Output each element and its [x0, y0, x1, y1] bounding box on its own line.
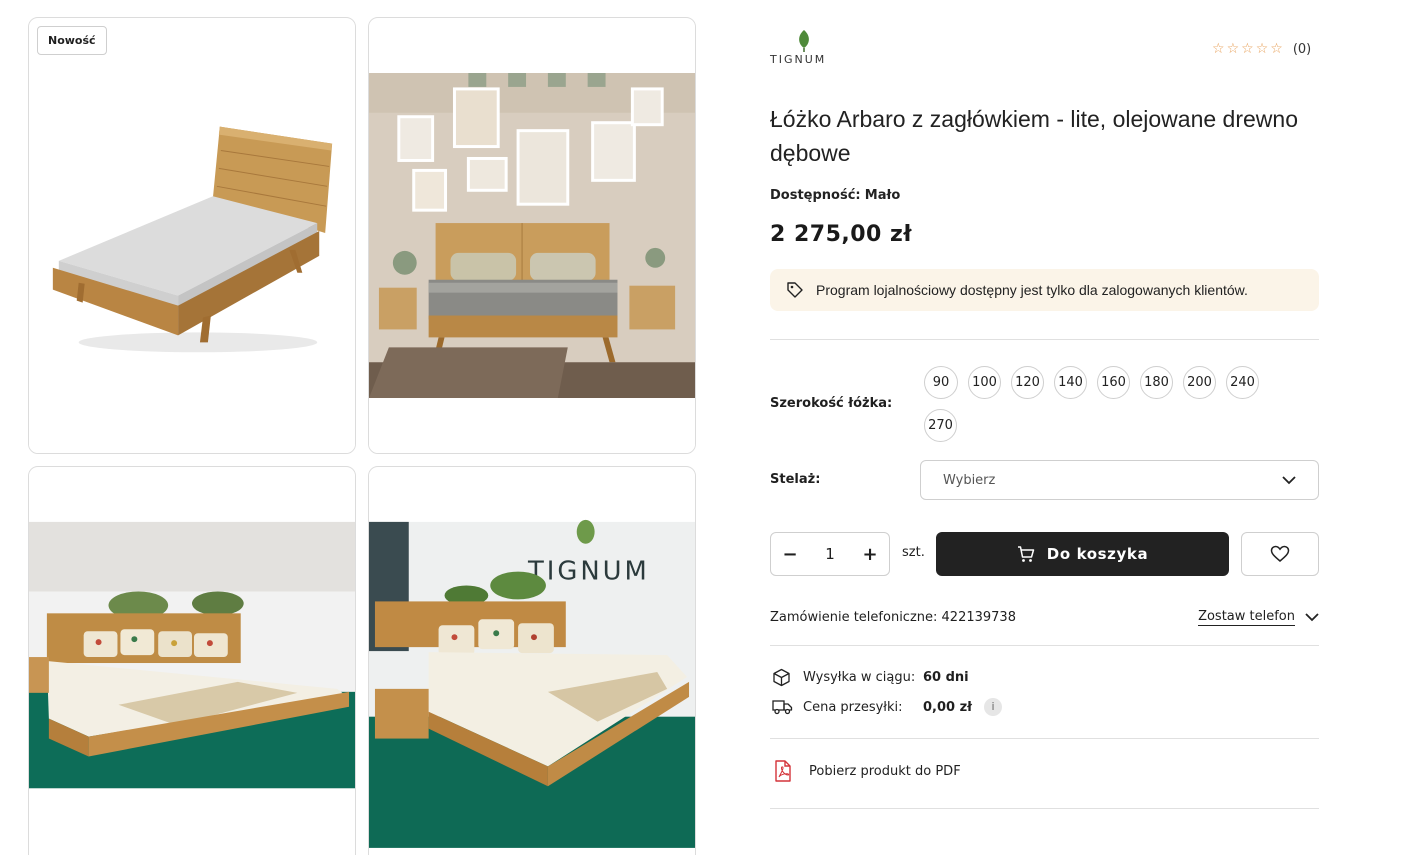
loyalty-text: Program lojalnościowy dostępny jest tylk… — [816, 282, 1248, 298]
divider — [770, 339, 1319, 340]
shipping-time-label: Wysyłka w ciągu: — [803, 670, 916, 685]
gallery-image-1[interactable]: Nowość — [28, 17, 356, 454]
quantity-stepper: − 1 + — [770, 532, 890, 576]
phone-order-label: Zamówienie telefoniczne: — [770, 610, 938, 625]
package-icon — [772, 668, 794, 687]
add-to-cart-label: Do koszyka — [1046, 545, 1149, 563]
width-option[interactable]: 160 — [1097, 366, 1130, 399]
gallery-image-4[interactable]: TIGNUM — [368, 466, 696, 855]
chevron-down-icon — [1305, 613, 1319, 622]
cart-icon — [1017, 545, 1035, 562]
leave-phone-toggle[interactable]: Zostaw telefon — [1198, 609, 1319, 626]
star-empty-icon: ☆ — [1270, 41, 1283, 57]
phone-order-row: Zamówienie telefoniczne: 422139738 Zosta… — [770, 609, 1319, 626]
width-option[interactable]: 120 — [1011, 366, 1044, 399]
download-pdf-label: Pobierz produkt do PDF — [809, 763, 961, 779]
svg-text:TIGNUM: TIGNUM — [527, 557, 650, 587]
download-pdf-link[interactable]: Pobierz produkt do PDF — [773, 760, 961, 782]
loyalty-info-box: Program lojalnościowy dostępny jest tylk… — [770, 269, 1319, 311]
review-count: (0) — [1292, 41, 1312, 57]
product-price: 2 275,00 zł — [770, 222, 912, 247]
frame-select[interactable]: Wybierz — [920, 460, 1319, 500]
divider — [770, 645, 1319, 646]
shipping-cost-value: 0,00 zł — [923, 699, 972, 715]
width-option[interactable]: 240 — [1226, 366, 1259, 399]
bed-width-label: Szerokość łóżka: — [770, 396, 893, 411]
brand-logo[interactable]: TIGNUM — [770, 28, 842, 70]
shipping-cost-row: Cena przesyłki: 0,00 zł i — [772, 698, 1002, 716]
shipping-time-value: 60 dni — [923, 670, 969, 685]
new-badge: Nowość — [37, 26, 107, 55]
width-option[interactable]: 200 — [1183, 366, 1216, 399]
availability: Dostępność: Mało — [770, 188, 900, 203]
width-option[interactable]: 100 — [968, 366, 1001, 399]
bed-width-options: 90 100 120 140 160 180 200 240 270 — [924, 366, 1284, 442]
quantity-unit: szt. — [902, 545, 925, 560]
width-option[interactable]: 140 — [1054, 366, 1087, 399]
star-empty-icon: ☆ — [1212, 41, 1225, 57]
availability-label: Dostępność: — [770, 188, 861, 203]
shipping-cost-label: Cena przesyłki: — [803, 699, 903, 715]
width-option[interactable]: 90 — [924, 366, 958, 399]
brand-name: TIGNUM — [770, 53, 827, 66]
width-option[interactable]: 270 — [924, 409, 957, 442]
bed-product-photo — [29, 19, 355, 453]
gallery-image-3[interactable] — [28, 466, 356, 855]
quantity-input[interactable]: 1 — [825, 545, 835, 563]
product-rating[interactable]: ☆ ☆ ☆ ☆ ☆ (0) — [1212, 40, 1311, 58]
phone-order-info: Zamówienie telefoniczne: 422139738 — [770, 610, 1016, 625]
decrease-quantity-button[interactable]: − — [781, 544, 799, 565]
product-title: Łóżko Arbaro z zagłówkiem - lite, olejow… — [770, 106, 1298, 166]
info-icon[interactable]: i — [984, 698, 1002, 716]
gallery-image-2[interactable] — [368, 17, 696, 454]
truck-icon — [772, 699, 794, 715]
divider — [770, 808, 1319, 809]
frame-select-value: Wybierz — [943, 472, 996, 488]
leave-phone-label: Zostaw telefon — [1198, 609, 1295, 626]
star-empty-icon: ☆ — [1241, 41, 1254, 57]
pdf-icon — [775, 760, 791, 782]
width-option[interactable]: 180 — [1140, 366, 1173, 399]
tag-icon — [787, 282, 803, 298]
frame-label: Stelaż: — [770, 472, 821, 487]
bed-showroom-photo — [29, 468, 355, 855]
star-empty-icon: ☆ — [1255, 41, 1269, 57]
shipping-time-row: Wysyłka w ciągu: 60 dni — [772, 668, 969, 687]
add-to-cart-button[interactable]: Do koszyka — [936, 532, 1229, 576]
star-empty-icon: ☆ — [1226, 41, 1240, 57]
heart-icon — [1270, 545, 1290, 562]
leaf-icon — [799, 30, 809, 52]
availability-value: Mało — [864, 188, 901, 203]
bedroom-interior-photo — [369, 19, 695, 453]
increase-quantity-button[interactable]: + — [861, 544, 879, 565]
add-to-wishlist-button[interactable] — [1241, 532, 1319, 576]
bed-fair-stand-photo: TIGNUM — [369, 468, 695, 855]
phone-order-number[interactable]: 422139738 — [942, 610, 1016, 625]
divider — [770, 738, 1319, 739]
chevron-down-icon — [1282, 475, 1296, 484]
